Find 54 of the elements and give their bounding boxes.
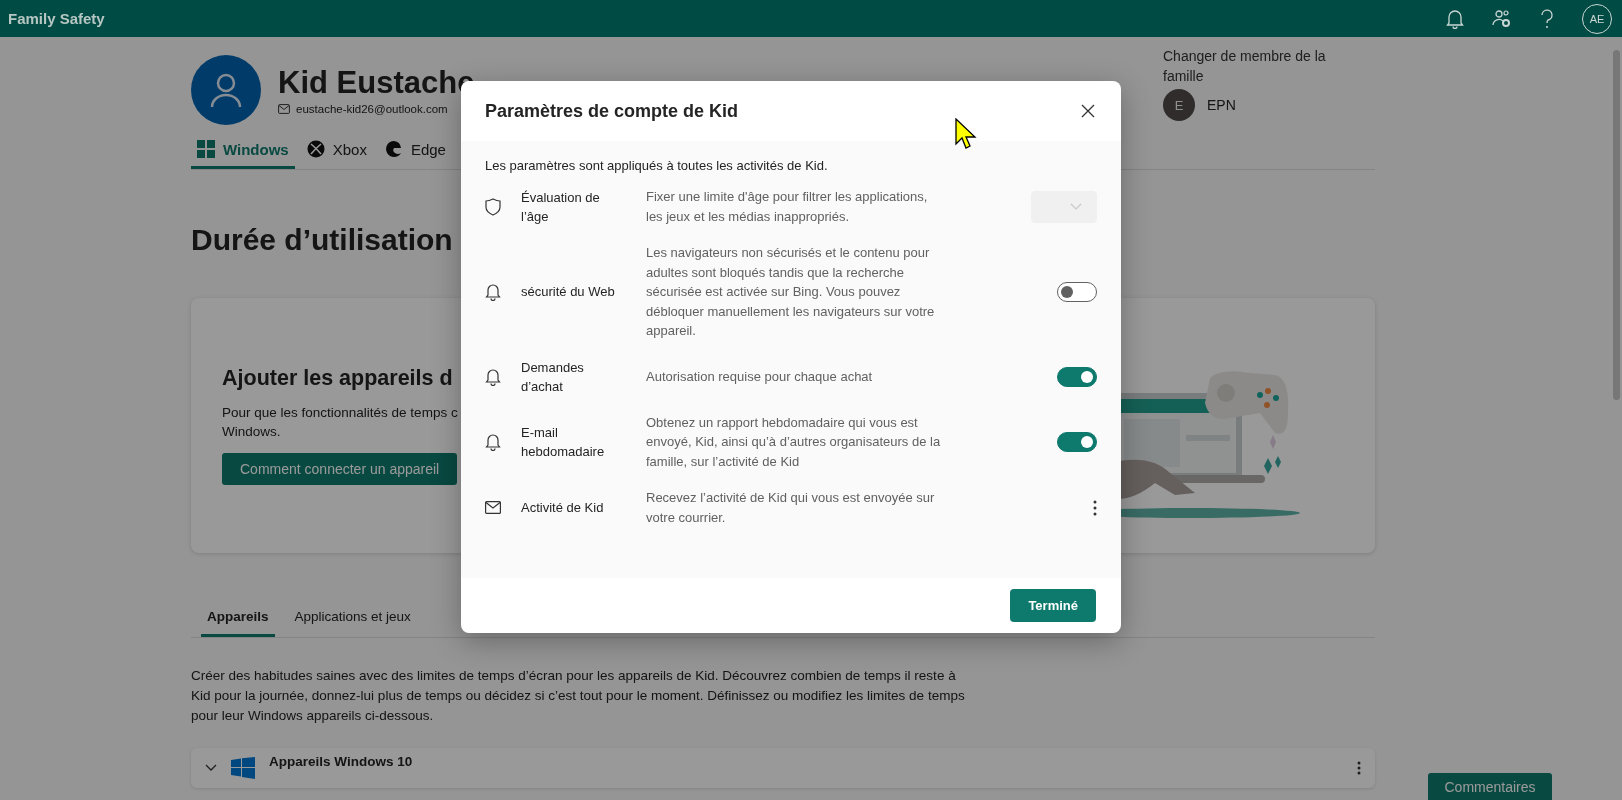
- close-icon[interactable]: [1081, 104, 1095, 118]
- setting-description: Fixer une limite d'âge pour filtrer les applications, les jeux et les médias inappropriés.: [646, 188, 929, 226]
- chevron-icon: [1070, 203, 1082, 210]
- chevron-icon: [205, 764, 217, 772]
- edge-logo-icon: [384, 140, 403, 158]
- section-tab[interactable]: Appareils: [201, 599, 275, 637]
- card-description: Pour que les fonctionnalités de temps c Windows.: [222, 404, 458, 441]
- windows-logo-icon: [231, 757, 255, 779]
- feedback-button[interactable]: Commentaires: [1428, 773, 1552, 800]
- toggle-switch[interactable]: [1057, 281, 1097, 302]
- bell-icon: [485, 282, 501, 301]
- app-title: Family Safety: [8, 10, 105, 27]
- section-description: Créer des habitudes saines avec des limites de temps d’écran pour les appareils de Kid. Découvrez combien de temps il reste à Kid pour la journée, donnez-lui plus de temps ou décidez si c’est tout pour le moment. Définissez ou modifiez les limites de temps pour leur Windows appareils ci-dessous.: [191, 667, 966, 725]
- shield-icon: [485, 197, 501, 216]
- bell-icon: [485, 367, 501, 386]
- notification-icon[interactable]: [1446, 8, 1464, 29]
- device-group-header[interactable]: Appareils Windows 10: [191, 748, 1375, 788]
- setting-label: Activité de Kid: [521, 499, 605, 517]
- profile-email: eustache-kid26@outlook.com: [296, 103, 448, 115]
- platform-tab[interactable]: Windows: [191, 134, 295, 169]
- member-avatar[interactable]: E: [1163, 89, 1195, 121]
- setting-label: sécurité du Web: [521, 283, 616, 302]
- mail-icon: [485, 501, 501, 514]
- dialog-title: Paramètres de compte de Kid: [485, 100, 739, 122]
- device-group-title: Appareils Windows 10: [269, 754, 413, 769]
- setting-label: E-mail hebdomadaire: [521, 423, 606, 461]
- family-settings-icon[interactable]: [1492, 8, 1512, 29]
- more-icon[interactable]: [1357, 761, 1361, 775]
- scrollbar[interactable]: [1613, 50, 1620, 400]
- help-icon[interactable]: [1540, 8, 1554, 29]
- setting-label: Évaluation de l’âge: [521, 188, 601, 226]
- cursor-icon: [955, 118, 977, 150]
- setting-description: Recevez l’activité de Kid qui vous est envoyée sur votre courrier.: [646, 489, 936, 527]
- page-title: Durée d’utilisation: [191, 222, 453, 258]
- dialog-intro: Les paramètres sont appliqués à toutes les activités de Kid.: [485, 158, 829, 173]
- platform-tab[interactable]: Xbox: [300, 134, 373, 169]
- setting-label: Demandes d’achat: [521, 358, 585, 396]
- member-name[interactable]: EPN: [1207, 97, 1236, 113]
- platform-tab[interactable]: Edge: [378, 134, 452, 169]
- done-button[interactable]: Terminé: [1010, 589, 1096, 622]
- setting-description: Les navigateurs non sécurisés et le contenu pour adultes sont bloqués tandis que la recherche sécurisée est activée sur Bing. Vous pouvez débloquer manuellement les navigateurs sur votre appareil.: [646, 244, 936, 340]
- connect-device-button[interactable]: Comment connecter un appareil: [222, 453, 458, 485]
- member-switch-label: Changer de membre de la famille: [1163, 47, 1327, 86]
- setting-description: Autorisation requise pour chaque achat: [646, 367, 874, 386]
- more-icon[interactable]: [1093, 499, 1097, 516]
- xbox-logo-icon: [306, 140, 325, 158]
- toggle-switch[interactable]: [1057, 431, 1097, 452]
- card-title: Ajouter les appareils d: [222, 366, 454, 391]
- bell-icon: [485, 432, 501, 451]
- windows-logo-icon: [197, 140, 215, 158]
- mail-icon: [278, 104, 290, 114]
- section-tab[interactable]: Applications et jeux: [288, 599, 417, 637]
- toggle-switch[interactable]: [1057, 366, 1097, 387]
- setting-description: Obtenez un rapport hebdomadaire qui vous est envoyé, Kid, ainsi qu’à d’autres organisateurs de la famille, sur l’activité de Kid: [646, 413, 942, 471]
